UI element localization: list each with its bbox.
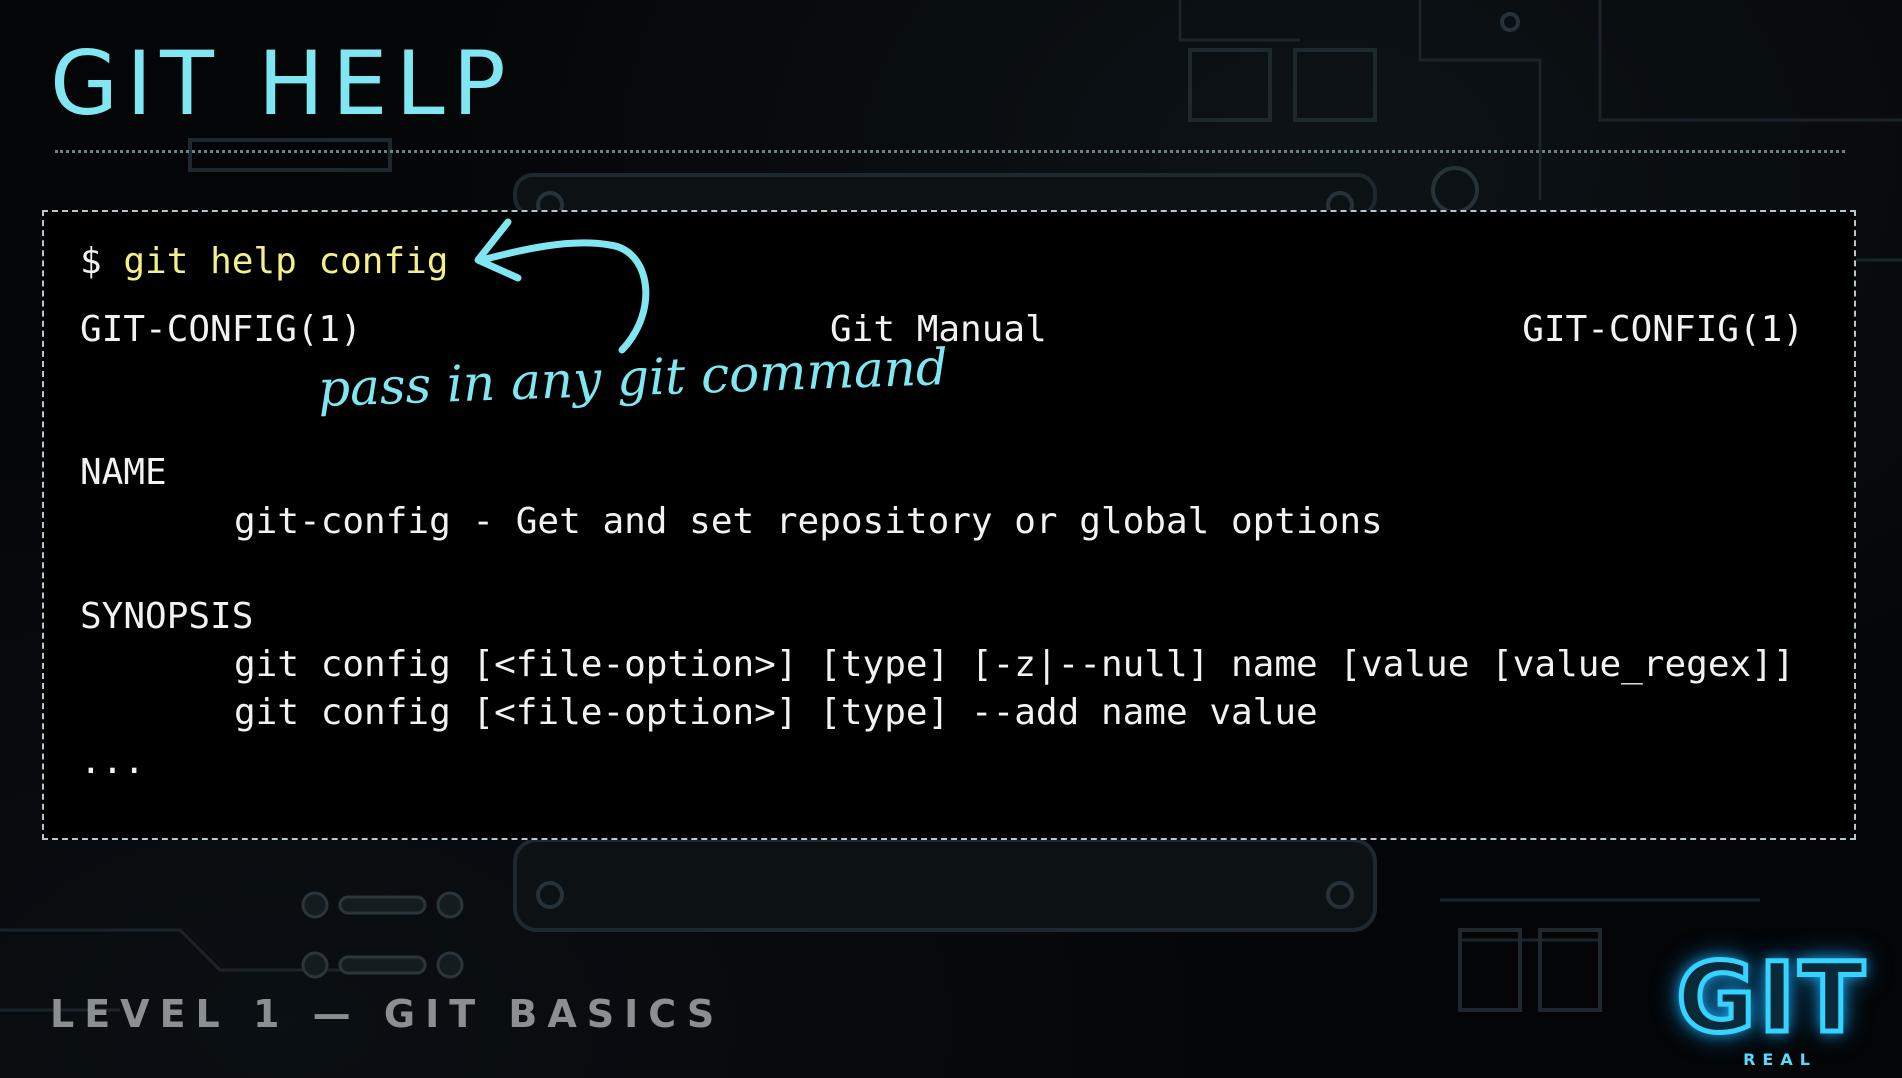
man-header-left: GIT-CONFIG(1) xyxy=(80,309,362,350)
logo-subtitle: REAL xyxy=(1743,1050,1817,1069)
footer-level-label: LEVEL 1 — GIT BASICS xyxy=(50,992,725,1036)
name-heading: NAME xyxy=(80,452,167,493)
terminal-panel: $ git help config GIT-CONFIG(1) Git Manu… xyxy=(42,210,1856,840)
curved-arrow-icon xyxy=(474,218,650,354)
man-header-right: GIT-CONFIG(1) xyxy=(1522,309,1804,350)
prompt-symbol: $ xyxy=(80,241,102,282)
slide-title: GIT HELP xyxy=(50,32,514,135)
synopsis-line: git config [<file-option>] [type] [-z|--… xyxy=(234,644,1795,685)
command-line: $ git help config xyxy=(80,244,448,280)
name-description: git-config - Get and set repository or g… xyxy=(234,501,1383,542)
synopsis-heading: SYNOPSIS xyxy=(80,596,254,637)
synopsis-line: git config [<file-option>] [type] --add … xyxy=(234,692,1318,733)
git-real-logo: GIT REAL xyxy=(1665,942,1880,1070)
logo-word: GIT xyxy=(1674,942,1869,1054)
command-text: git help config xyxy=(123,241,449,282)
continuation-ellipsis: ... xyxy=(80,741,146,782)
slide: GIT HELP $ git help config GIT-CONFIG(1)… xyxy=(0,0,1902,1078)
title-divider xyxy=(55,150,1845,153)
